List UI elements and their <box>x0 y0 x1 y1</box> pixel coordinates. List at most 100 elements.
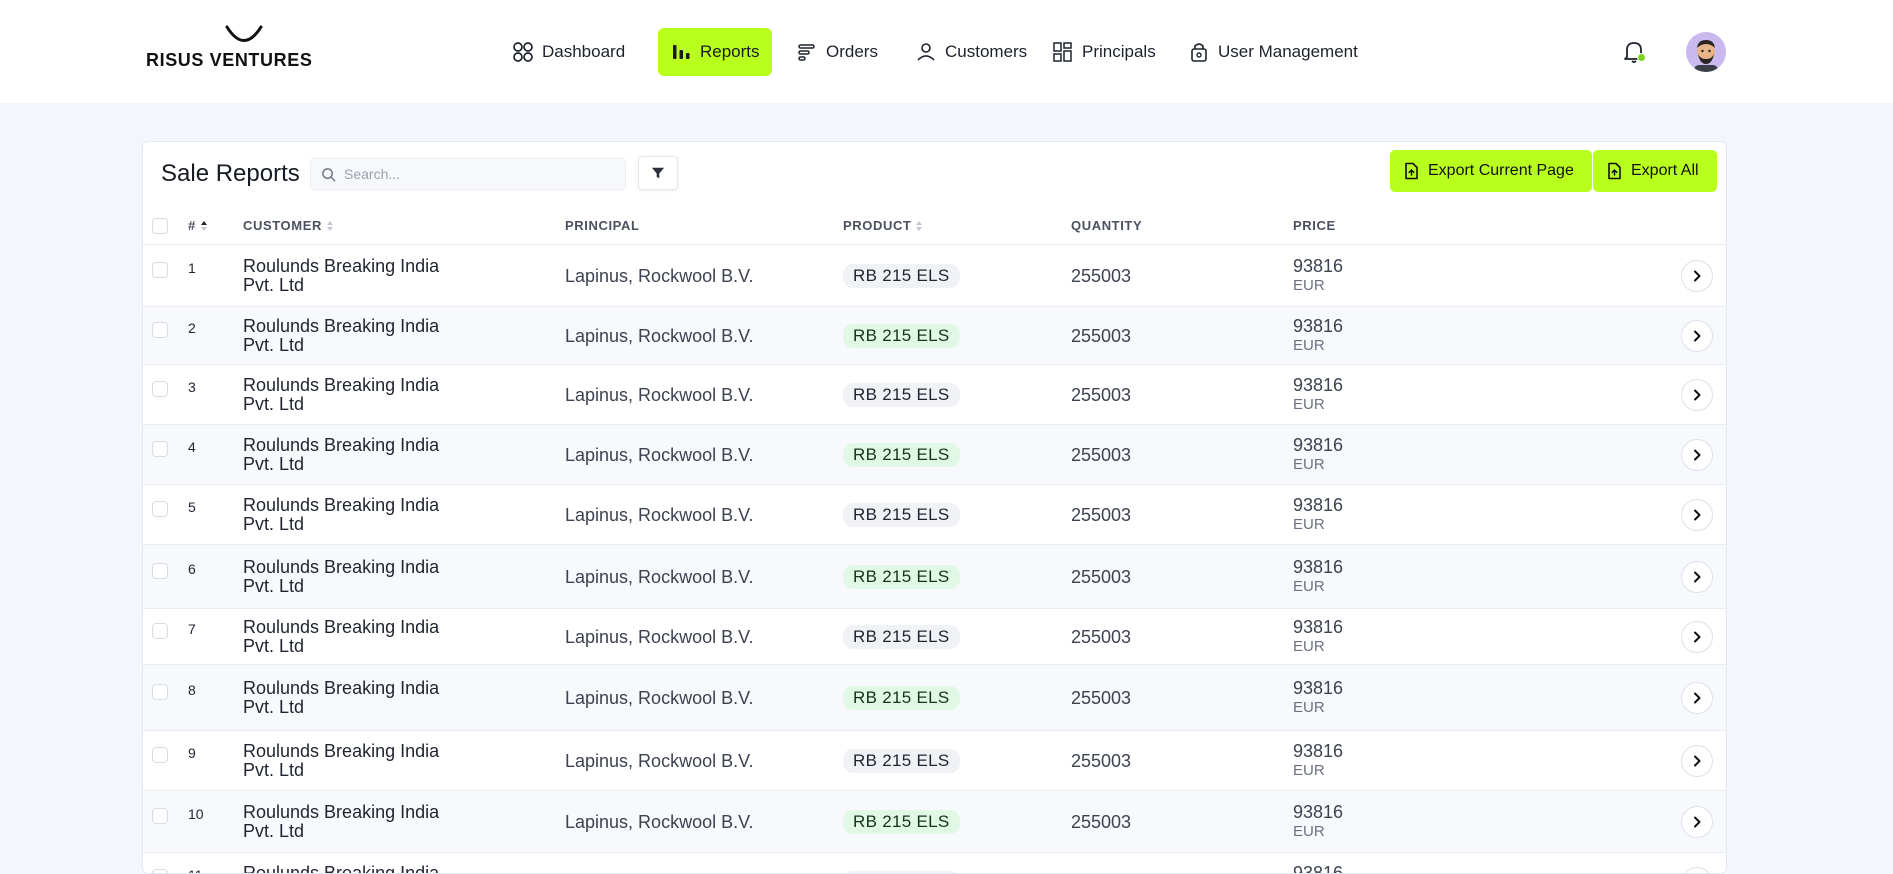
column-header-principal: PRINCIPAL <box>565 218 640 233</box>
nav-orders[interactable]: Orders <box>784 28 890 76</box>
customer-name-line1: Roulunds Breaking India <box>243 617 440 637</box>
column-header-customer[interactable]: CUSTOMER <box>243 218 334 233</box>
row-checkbox[interactable] <box>152 381 168 397</box>
principal-name: Lapinus, Rockwool B.V. <box>565 688 754 708</box>
table-row[interactable]: 2 Roulunds Breaking India Pvt. Ltd Lapinus,… <box>143 306 1726 364</box>
quantity-value: 255003 <box>1071 266 1132 286</box>
customer-name: Roulunds Breaking IndiaPvt. Ltd <box>243 864 483 874</box>
user-icon <box>917 43 935 61</box>
price-currency: EUR <box>1293 337 1325 354</box>
export-all-button[interactable]: Export All <box>1593 150 1717 192</box>
nav-user-management[interactable]: User Management <box>1176 28 1370 76</box>
chevron-right-icon <box>1694 389 1701 401</box>
row-number: 5 <box>188 499 196 515</box>
table-row[interactable]: 6 Roulunds Breaking India Pvt. Ltd Lapinus,… <box>143 544 1726 608</box>
customer-name-line2: Pvt. Ltd <box>243 576 305 596</box>
nav-dashboard[interactable]: Dashboard <box>500 28 637 76</box>
row-checkbox[interactable] <box>152 563 168 579</box>
row-details-button[interactable] <box>1681 260 1713 292</box>
table-row[interactable]: 3 Roulunds Breaking India Pvt. Ltd Lapinus,… <box>143 364 1726 424</box>
principal-name: Lapinus, Rockwool B.V. <box>565 812 754 832</box>
brand-logo[interactable]: RISUS VENTURES <box>146 24 346 74</box>
price-currency: EUR <box>1293 516 1325 533</box>
column-header-quantity-label: QUANTITY <box>1071 218 1143 233</box>
customer-name-line1: Roulunds Breaking India <box>243 435 440 455</box>
principal-name: Lapinus, Rockwool B.V. <box>565 751 754 771</box>
customer-name-line2: Pvt. Ltd <box>243 821 305 841</box>
table-row[interactable]: 8 Roulunds Breaking India Pvt. Ltd Lapinus,… <box>143 664 1726 730</box>
search-input[interactable] <box>344 166 604 182</box>
row-details-button[interactable] <box>1681 621 1713 653</box>
search-box[interactable] <box>310 158 626 190</box>
table-row[interactable]: 9 Roulunds Breaking India Pvt. Ltd Lapinus,… <box>143 730 1726 790</box>
export-current-page-button[interactable]: Export Current Page <box>1390 150 1592 192</box>
quantity-value: 255003 <box>1071 627 1132 647</box>
row-details-button[interactable] <box>1681 867 1713 873</box>
nav-dashboard-label: Dashboard <box>542 42 626 61</box>
row-details-button[interactable] <box>1681 561 1713 593</box>
nav-reports[interactable]: Reports <box>658 28 772 76</box>
customer-name-line1: Roulunds Breaking India <box>243 863 440 874</box>
row-checkbox[interactable] <box>152 262 168 278</box>
row-details-button[interactable] <box>1681 682 1713 714</box>
principal-name: Lapinus, Rockwool B.V. <box>565 627 754 647</box>
column-header-product[interactable]: PRODUCT <box>843 218 923 233</box>
product-badge: RB 215 ELS <box>843 749 960 773</box>
column-header-number[interactable]: # <box>188 218 208 233</box>
customer-name: Roulunds Breaking IndiaPvt. Ltd <box>243 496 483 534</box>
row-checkbox[interactable] <box>152 808 168 824</box>
filter-button[interactable] <box>638 156 678 190</box>
top-header: RISUS VENTURES Dashboard Reports Orders … <box>0 0 1893 103</box>
product-badge: RB 215 ELS <box>843 565 960 589</box>
customer-name-line1: Roulunds Breaking India <box>243 678 440 698</box>
row-details-button[interactable] <box>1681 499 1713 531</box>
price-currency: EUR <box>1293 823 1325 840</box>
table-row[interactable]: 1 Roulunds Breaking India Pvt. Ltd Lapinus,… <box>143 244 1726 306</box>
product-badge: RB 215 ELS <box>843 324 960 348</box>
quantity-value: 255003 <box>1071 385 1132 405</box>
principal-name: Lapinus, Rockwool B.V. <box>565 505 754 525</box>
customer-name-line2: Pvt. Ltd <box>243 454 305 474</box>
row-checkbox[interactable] <box>152 684 168 700</box>
avatar-icon <box>1694 40 1718 72</box>
price-currency: EUR <box>1293 578 1325 595</box>
bar-chart-icon <box>673 45 690 59</box>
row-details-button[interactable] <box>1681 806 1713 838</box>
row-checkbox[interactable] <box>152 441 168 457</box>
table-row[interactable]: 10 Roulunds Breaking India Pvt. Ltd Lapinus… <box>143 790 1726 852</box>
table-row[interactable]: 4 Roulunds Breaking India Pvt. Ltd Lapinus,… <box>143 424 1726 484</box>
sort-asc-icon <box>200 220 207 231</box>
customer-name-line2: Pvt. Ltd <box>243 697 305 717</box>
row-checkbox[interactable] <box>152 747 168 763</box>
row-details-button[interactable] <box>1681 379 1713 411</box>
principal-name: Lapinus, Rockwool B.V. <box>565 385 754 405</box>
column-header-product-label: PRODUCT <box>843 218 912 233</box>
principal-name: Lapinus, Rockwool B.V. <box>565 266 754 286</box>
chevron-right-icon <box>1694 692 1701 704</box>
table-row[interactable]: 7 Roulunds Breaking India Pvt. Ltd Lapinus,… <box>143 608 1726 664</box>
row-checkbox[interactable] <box>152 869 168 873</box>
row-number: 10 <box>188 806 204 822</box>
nav-principals[interactable]: Principals <box>1040 28 1168 76</box>
sort-icon <box>916 220 923 231</box>
row-checkbox[interactable] <box>152 322 168 338</box>
price-currency: EUR <box>1293 762 1325 779</box>
select-all-checkbox[interactable] <box>152 218 168 234</box>
row-checkbox[interactable] <box>152 501 168 517</box>
customer-name: Roulunds Breaking IndiaPvt. Ltd <box>243 803 483 841</box>
notifications-button[interactable] <box>1621 38 1647 66</box>
row-details-button[interactable] <box>1681 745 1713 777</box>
user-avatar[interactable] <box>1686 32 1726 72</box>
customer-name: Roulunds Breaking IndiaPvt. Ltd <box>243 257 483 295</box>
row-checkbox[interactable] <box>152 623 168 639</box>
row-number: 2 <box>188 320 196 336</box>
table-row[interactable]: 5 Roulunds Breaking India Pvt. Ltd Lapinus,… <box>143 484 1726 544</box>
row-details-button[interactable] <box>1681 439 1713 471</box>
table-row[interactable]: 11Roulunds Breaking IndiaPvt. LtdLapinus… <box>143 852 1726 874</box>
row-number: 7 <box>188 621 196 637</box>
quantity-value: 255003 <box>1071 812 1132 832</box>
quantity-value: 255003 <box>1071 567 1132 587</box>
nav-customers[interactable]: Customers <box>903 28 1039 76</box>
row-details-button[interactable] <box>1681 320 1713 352</box>
quantity-value: 255003 <box>1071 326 1132 346</box>
